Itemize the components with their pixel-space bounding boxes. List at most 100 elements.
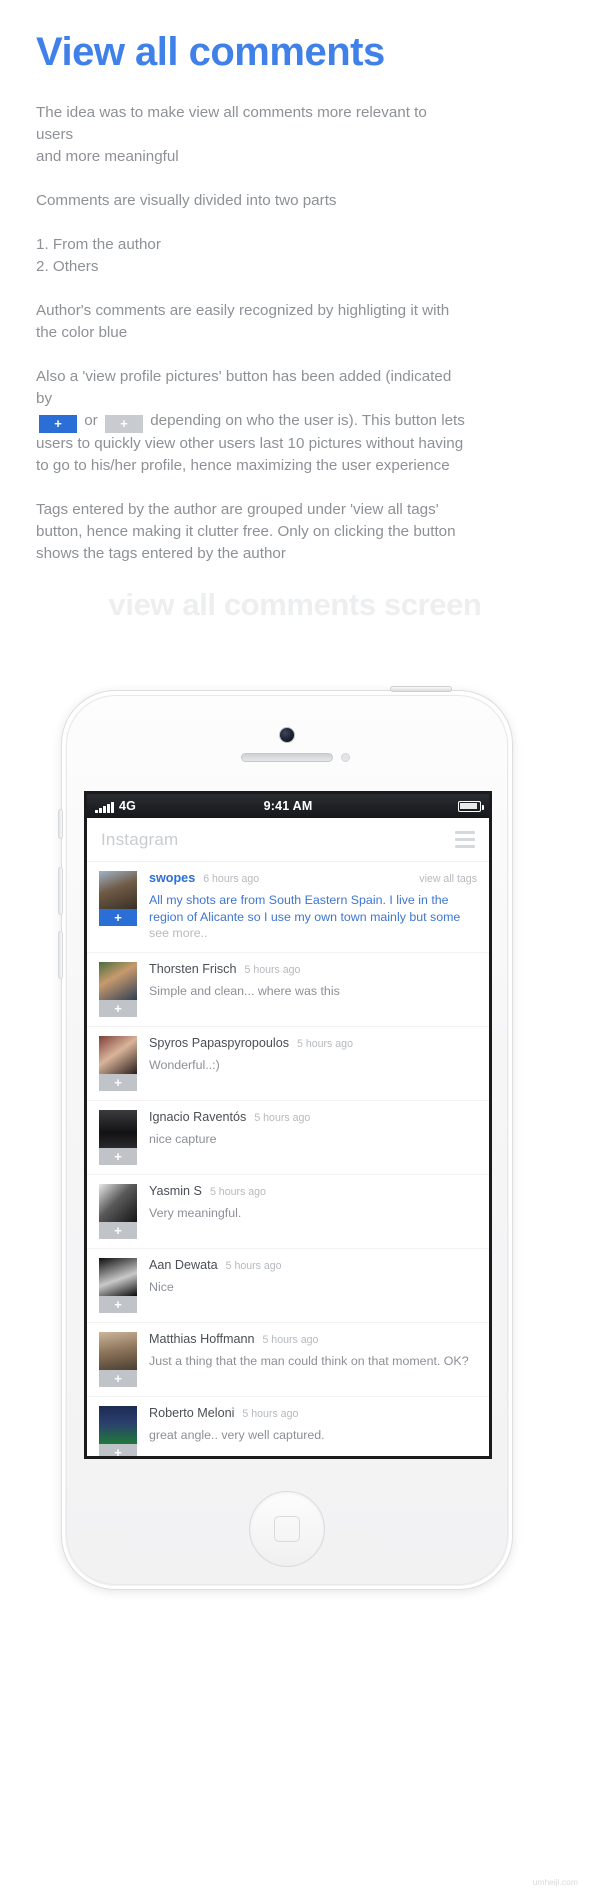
view-profile-pictures-button[interactable]: + [99,1073,137,1091]
avatar-column: + [99,871,137,942]
comment-meta: Thorsten Frisch 5 hours ago [149,962,477,976]
volume-down-button[interactable] [58,931,63,979]
avatar[interactable] [99,1331,137,1370]
button-para-line-2: + or + depending on who the user is). Th… [36,410,466,434]
comment-username[interactable]: Roberto Meloni [149,1406,234,1420]
avatar-column: + [99,1183,137,1239]
avatar-column: + [99,961,137,1017]
avatar-column: + [99,1257,137,1313]
view-all-tags-button[interactable]: view all tags [419,873,477,885]
comment-timestamp: 5 hours ago [225,1259,282,1272]
comment-timestamp: 5 hours ago [262,1333,319,1346]
intro-paragraph-1: The idea was to make view all comments m… [36,102,466,168]
button-para-line-4: to go to his/her profile, hence maximizi… [36,457,450,475]
button-para-middle: or [84,412,98,430]
mute-switch[interactable] [58,809,63,839]
comment-text: Very meaningful. [149,1205,242,1220]
view-profile-pictures-button[interactable]: + [99,1369,137,1387]
avatar-column: + [99,1405,137,1456]
intro-paragraph-4: Author's comments are easily recognized … [36,300,466,344]
intro-p4-line-2: the color blue [36,324,128,342]
view-profile-pictures-button[interactable]: + [99,999,137,1017]
plus-chip-blue-icon: + [39,415,77,434]
view-profile-pictures-button[interactable]: + [99,1221,137,1239]
comment-body: swopes 6 hours ago view all tags All my … [149,871,477,942]
comment-item[interactable]: + Yasmin S 5 hours ago Very meaningful. [87,1175,489,1249]
avatar[interactable] [99,871,137,909]
comment-item[interactable]: + Ignacio Raventós 5 hours ago nice capt… [87,1101,489,1175]
intro-paragraph-button: Also a 'view profile pictures' button ha… [36,366,466,477]
comment-meta: Roberto Meloni 5 hours ago [149,1406,477,1420]
comment-body: Thorsten Frisch 5 hours ago Simple and c… [149,962,477,1017]
avatar-column: + [99,1109,137,1165]
comment-body: Roberto Meloni 5 hours ago great angle..… [149,1406,477,1457]
comment-body: Ignacio Raventós 5 hours ago nice captur… [149,1110,477,1165]
see-more-link[interactable]: see more.. [149,926,208,940]
avatar[interactable] [99,1109,137,1148]
view-profile-pictures-button[interactable]: + [99,1295,137,1313]
avatar[interactable] [99,1035,137,1074]
intro-p1-line-2: and more meaningful [36,148,179,166]
button-para-after-1: depending on who the user is). This butt… [150,412,465,430]
comment-timestamp: 5 hours ago [244,963,301,976]
comment-item[interactable]: + Roberto Meloni 5 hours ago great angle… [87,1397,489,1457]
avatar[interactable] [99,1183,137,1222]
site-credit: umheijl.com [532,1877,578,1887]
volume-up-button[interactable] [58,867,63,915]
intro-paragraph-tags: Tags entered by the author are grouped u… [36,499,466,565]
home-square-icon [274,1516,300,1542]
comment-meta: Aan Dewata 5 hours ago [149,1258,477,1272]
intro-p3-line-2: 2. Others [36,258,99,276]
comment-item[interactable]: + Thorsten Frisch 5 hours ago Simple and… [87,953,489,1027]
app-title: Instagram [101,829,179,849]
comment-username[interactable]: Aan Dewata [149,1258,218,1272]
comment-item[interactable]: + Aan Dewata 5 hours ago Nice [87,1249,489,1323]
comment-timestamp: 5 hours ago [297,1037,353,1050]
page-root: View all comments The idea was to make v… [0,0,590,1895]
comment-item[interactable]: + Matthias Hoffmann 5 hours ago Just a t… [87,1323,489,1397]
comment-timestamp: 5 hours ago [209,1185,266,1198]
comment-item[interactable]: + Spyros Papaspyropoulos 5 hours ago Won… [87,1027,489,1101]
status-bar: 4G 9:41 AM [87,794,489,818]
intro-p1-line-1: The idea was to make view all comments m… [36,104,427,144]
home-button[interactable] [249,1491,325,1567]
comment-text: Wonderful..:) [149,1057,220,1072]
comment-username[interactable]: Spyros Papaspyropoulos [149,1036,289,1050]
comment-timestamp: 5 hours ago [242,1407,299,1420]
comment-username[interactable]: Yasmin S [149,1184,202,1198]
comment-list: + swopes 6 hours ago view all tags All m… [87,862,489,1457]
proximity-sensor-icon [341,753,350,762]
view-profile-pictures-button[interactable]: + [99,909,137,926]
comment-text-main: All my shots are from South Eastern Spai… [149,893,461,924]
button-para-line-3: users to quickly view other users last 1… [36,435,464,453]
comment-meta: Ignacio Raventós 5 hours ago [149,1110,477,1124]
tags-para-line-2: button, hence making it clutter free. On… [36,523,456,541]
section-watermark-heading: view all comments screen [108,587,482,623]
phone-mockup: 4G 9:41 AM Instagram + swopes 6 hours ag… [32,686,542,1590]
comment-username[interactable]: Thorsten Frisch [149,962,236,976]
comment-meta: Yasmin S 5 hours ago [149,1184,477,1198]
comment-username[interactable]: Ignacio Raventós [149,1110,246,1124]
comment-body: Yasmin S 5 hours ago Very meaningful. [149,1184,477,1239]
phone-screen: 4G 9:41 AM Instagram + swopes 6 hours ag… [84,791,492,1459]
comment-meta: Matthias Hoffmann 5 hours ago [149,1332,477,1346]
earpiece-speaker [241,753,333,762]
view-profile-pictures-button[interactable]: + [99,1443,137,1456]
comment-username[interactable]: swopes [149,871,195,885]
comment-username[interactable]: Matthias Hoffmann [149,1332,254,1346]
intro-paragraph-2: Comments are visually divided into two p… [36,190,466,212]
view-profile-pictures-button[interactable]: + [99,1147,137,1165]
comment-body: Matthias Hoffmann 5 hours ago Just a thi… [149,1332,477,1387]
hamburger-menu-icon[interactable] [455,830,475,849]
avatar[interactable] [99,961,137,1000]
intro-p2-line-1: Comments are visually divided into two p… [36,192,337,210]
comment-meta: Spyros Papaspyropoulos 5 hours ago [149,1036,477,1050]
power-button[interactable] [390,686,452,692]
comment-text: Just a thing that the man could think on… [149,1353,469,1368]
intro-paragraph-3: 1. From the author 2. Others [36,234,466,278]
comment-item-author[interactable]: + swopes 6 hours ago view all tags All m… [87,862,489,953]
comment-timestamp: 5 hours ago [254,1111,311,1124]
front-camera-icon [279,727,295,743]
avatar[interactable] [99,1405,137,1444]
avatar[interactable] [99,1257,137,1296]
